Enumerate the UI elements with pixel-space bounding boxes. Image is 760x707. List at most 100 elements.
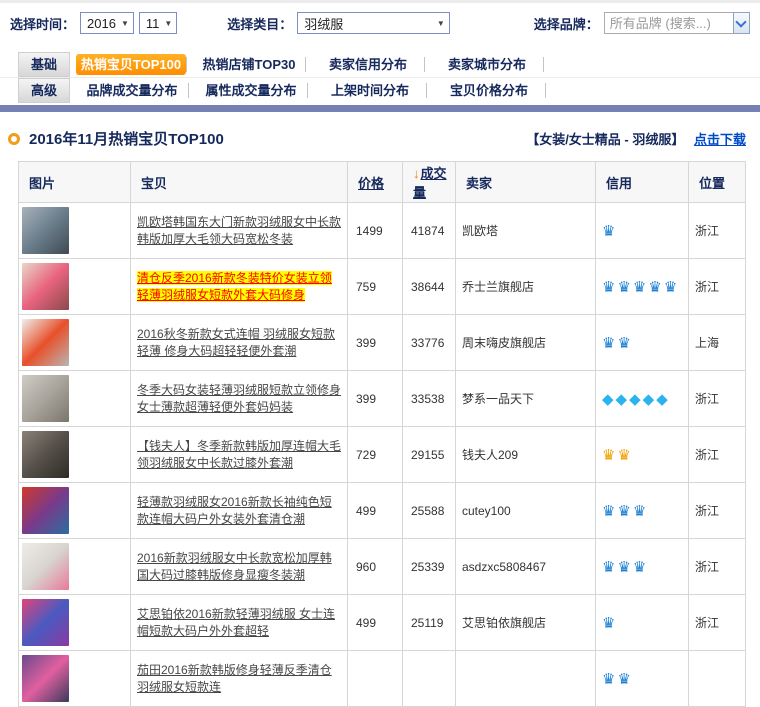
category-tag: 【女装/女士精品 - 羽绒服】 [526,132,684,147]
product-title-link[interactable]: 2016新款羽绒服女中长款宽松加厚韩国大码过膝韩版修身显瘦冬装潮 [137,551,332,582]
seller-cell [456,651,596,707]
top100-table: 图片 宝贝 价格 ↓成交量 卖家 信用 位置 凯欧塔韩国东大门新款羽绒服女中长款… [18,161,746,707]
product-title-cell: 艾思铂依2016新款轻薄羽绒服 女士连帽短款大码户外外套超轻 [131,595,348,651]
tab-上架时间分布[interactable]: 上架时间分布 [314,78,426,103]
volume-cell: 25119 [403,595,456,651]
product-image-cell [19,651,131,707]
credit-cell: ♛♛♛♛♛ [596,259,689,315]
product-title-cell: 2016新款羽绒服女中长款宽松加厚韩国大码过膝韩版修身显瘦冬装潮 [131,539,348,595]
product-title-link[interactable]: 轻薄款羽绒服女2016新款长袖纯色短款连帽大码户外女装外套清仓潮 [137,495,332,526]
product-title-cell: 轻薄款羽绒服女2016新款长袖纯色短款连帽大码户外女装外套清仓潮 [131,483,348,539]
product-thumbnail[interactable] [22,375,69,422]
product-image-cell [19,427,131,483]
product-thumbnail[interactable] [22,319,69,366]
seller-cell: 乔士兰旗舰店 [456,259,596,315]
tab-separator [545,83,546,98]
crown-blue-icon: ♛ [602,670,617,688]
crown-blue-icon: ♛ [648,278,663,296]
col-header-item: 宝贝 [131,162,348,203]
price-cell: 729 [348,427,403,483]
tab-品牌成交量分布[interactable]: 品牌成交量分布 [76,78,188,103]
credit-cell: ♛♛ [596,651,689,707]
credit-cell: ♛♛ [596,315,689,371]
page-title: 2016年11月热销宝贝TOP100 [29,128,224,149]
brand-dropdown-button[interactable] [733,12,750,34]
product-title-cell: 清仓反季2016新款冬装特价女装立领轻薄羽绒服女短款外套大码修身 [131,259,348,315]
credit-cell: ♛♛♛ [596,483,689,539]
seller-cell: 钱夫人209 [456,427,596,483]
tab-宝贝价格分布[interactable]: 宝贝价格分布 [433,78,545,103]
tab-卖家城市分布[interactable]: 卖家城市分布 [431,52,543,77]
location-cell [689,651,746,707]
crown-gold-icon: ♛ [602,446,617,464]
table-row: 【钱夫人】冬季新款韩版加厚连帽大毛领羽绒服女中长款过膝外套潮72929155钱夫… [19,427,746,483]
year-select[interactable]: 2016 ▼ [80,12,134,34]
product-thumbnail[interactable] [22,263,69,310]
product-title-link[interactable]: 清仓反季2016新款冬装特价女装立领轻薄羽绒服女短款外套大码修身 [137,271,332,302]
price-sort-link[interactable]: 价格 [358,176,384,191]
crown-blue-icon: ♛ [602,558,617,576]
tab-属性成交量分布[interactable]: 属性成交量分布 [195,78,307,103]
volume-cell: 33538 [403,371,456,427]
tab-热销店铺TOP30[interactable]: 热销店铺TOP30 [193,52,305,77]
table-row: 清仓反季2016新款冬装特价女装立领轻薄羽绒服女短款外套大码修身75938644… [19,259,746,315]
brand-search-input[interactable] [604,12,733,34]
product-thumbnail[interactable] [22,599,69,646]
product-title-link[interactable]: 2016秋冬新款女式连帽 羽绒服女短款轻薄 修身大码超轻轻便外套潮 [137,327,335,358]
price-cell: 399 [348,315,403,371]
year-select-value: 2016 [87,16,116,31]
crown-blue-icon: ♛ [633,278,648,296]
chevron-down-icon: ▼ [164,19,172,28]
category-select[interactable]: 羽绒服 ▼ [297,12,449,34]
product-image-cell [19,203,131,259]
product-title-cell: 凯欧塔韩国东大门新款羽绒服女中长款韩版加厚大毛领大码宽松冬装 [131,203,348,259]
crown-blue-icon: ♛ [617,670,632,688]
location-cell: 浙江 [689,203,746,259]
crown-blue-icon: ♛ [602,334,617,352]
volume-cell: 25339 [403,539,456,595]
volume-cell: 33776 [403,315,456,371]
month-select[interactable]: 11 ▼ [139,12,177,34]
download-link[interactable]: 点击下载 [694,132,746,147]
table-row: 轻薄款羽绒服女2016新款长袖纯色短款连帽大码户外女装外套清仓潮49925588… [19,483,746,539]
product-thumbnail[interactable] [22,543,69,590]
credit-cell: ♛♛♛ [596,539,689,595]
product-thumbnail[interactable] [22,655,69,702]
location-cell: 上海 [689,315,746,371]
product-title-link[interactable]: 冬季大码女装轻薄羽绒服短款立领修身女士薄款超薄轻便外套妈妈装 [137,383,341,414]
product-title-link[interactable]: 凯欧塔韩国东大门新款羽绒服女中长款韩版加厚大毛领大码宽松冬装 [137,215,341,246]
product-title-link[interactable]: 茄田2016新款韩版修身轻薄反季清仓羽绒服女短款连 [137,663,332,694]
volume-cell [403,651,456,707]
tab-separator [186,57,187,72]
table-row: 茄田2016新款韩版修身轻薄反季清仓羽绒服女短款连 ♛♛ [19,651,746,707]
product-thumbnail[interactable] [22,207,69,254]
location-cell: 浙江 [689,371,746,427]
tab-separator [188,83,189,98]
tab-row-advanced: 高级品牌成交量分布属性成交量分布上架时间分布宝贝价格分布 [0,78,760,103]
location-cell: 浙江 [689,427,746,483]
col-header-seller: 卖家 [456,162,596,203]
product-thumbnail[interactable] [22,487,69,534]
product-thumbnail[interactable] [22,431,69,478]
col-header-volume: ↓成交量 [403,162,456,203]
credit-cell: ◆◆◆◆◆ [596,371,689,427]
location-cell: 浙江 [689,539,746,595]
crown-blue-icon: ♛ [602,278,617,296]
product-image-cell [19,595,131,651]
chevron-down-icon: ▼ [437,19,445,28]
crown-blue-icon: ♛ [617,502,632,520]
seller-cell: cutey100 [456,483,596,539]
diamond-blue-icon: ◆ [629,390,643,408]
tab-热销宝贝TOP100[interactable]: 热销宝贝TOP100 [76,54,186,75]
crown-blue-icon: ♛ [617,278,632,296]
product-title-link[interactable]: 【钱夫人】冬季新款韩版加厚连帽大毛领羽绒服女中长款过膝外套潮 [137,439,341,470]
tab-卖家信用分布[interactable]: 卖家信用分布 [312,52,424,77]
volume-cell: 38644 [403,259,456,315]
product-title-link[interactable]: 艾思铂依2016新款轻薄羽绒服 女士连帽短款大码户外外套超轻 [137,607,335,638]
price-cell: 1499 [348,203,403,259]
table-header-row: 图片 宝贝 价格 ↓成交量 卖家 信用 位置 [19,162,746,203]
crown-blue-icon: ♛ [602,614,617,632]
crown-blue-icon: ♛ [617,334,632,352]
tab-bar: 基础热销宝贝TOP100热销店铺TOP30卖家信用分布卖家城市分布高级品牌成交量… [0,52,760,103]
crown-gold-icon: ♛ [617,446,632,464]
